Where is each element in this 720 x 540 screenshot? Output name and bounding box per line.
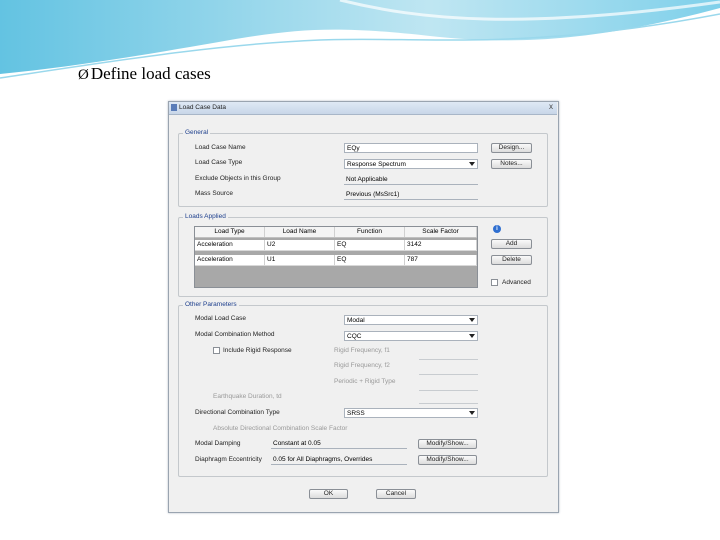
dialog-title: Load Case Data [179, 104, 226, 111]
load-case-type-value: Response Spectrum [347, 161, 406, 168]
column-header: Load Name [265, 227, 335, 237]
earthquake-duration-label: Earthquake Duration, td [213, 393, 282, 400]
mass-source-value: Previous (MsSrc1) [344, 190, 478, 200]
delete-button[interactable]: Delete [491, 255, 532, 265]
earthquake-duration-field [419, 403, 478, 404]
table-cell: 3142 [405, 240, 477, 250]
chevron-down-icon [469, 162, 475, 166]
column-header: Load Type [195, 227, 265, 237]
table-row[interactable]: Acceleration U2 EQ 3142 [195, 240, 477, 251]
notes-button[interactable]: Notes... [491, 159, 532, 169]
design-button[interactable]: Design... [491, 143, 532, 153]
table-cell: EQ [335, 255, 405, 265]
rigid-frequency-f2-field [419, 374, 478, 375]
exclude-objects-label: Exclude Objects in this Group [195, 175, 281, 182]
directional-combination-label: Directional Combination Type [195, 409, 280, 416]
modal-damping-label: Modal Damping [195, 440, 241, 447]
absolute-directional-label: Absolute Directional Combination Scale F… [213, 425, 348, 432]
include-rigid-checkbox[interactable] [213, 347, 220, 354]
advanced-label: Advanced [502, 279, 531, 286]
directional-combination-select[interactable]: SRSS [344, 408, 478, 418]
modal-load-case-value: Modal [347, 317, 365, 324]
dialog-titlebar: Load Case Data x [169, 102, 557, 115]
periodic-rigid-label: Periodic + Rigid Type [334, 378, 396, 385]
modal-combination-select[interactable]: CQC [344, 331, 478, 341]
ok-button[interactable]: OK [309, 489, 348, 499]
table-row[interactable]: Acceleration U1 EQ 787 [195, 255, 477, 266]
diaphragm-eccentricity-label: Diaphragm Eccentricity [195, 456, 262, 463]
advanced-checkbox[interactable] [491, 279, 498, 286]
cancel-button[interactable]: Cancel [376, 489, 416, 499]
table-cell: EQ [335, 240, 405, 250]
load-case-type-select[interactable]: Response Spectrum [344, 159, 478, 169]
modal-combination-value: CQC [347, 333, 362, 340]
info-icon[interactable]: i [493, 225, 501, 233]
table-cell: Acceleration [195, 255, 265, 265]
rigid-frequency-f1-field [419, 359, 478, 360]
load-case-type-label: Load Case Type [195, 159, 243, 166]
add-button[interactable]: Add [491, 239, 532, 249]
group-label: Other Parameters [183, 301, 239, 308]
load-case-name-label: Load Case Name [195, 144, 246, 151]
diaphragm-eccentricity-modify-button[interactable]: Modify/Show... [418, 455, 477, 465]
chevron-down-icon [469, 334, 475, 338]
chevron-down-icon [469, 318, 475, 322]
group-label: Loads Applied [183, 213, 228, 220]
rigid-frequency-f1-label: Rigid Frequency, f1 [334, 347, 390, 354]
loads-applied-table: Load Type Load Name Function Scale Facto… [194, 226, 478, 288]
table-cell: U2 [265, 240, 335, 250]
exclude-objects-value: Not Applicable [344, 175, 478, 185]
table-cell: U1 [265, 255, 335, 265]
modal-damping-modify-button[interactable]: Modify/Show... [418, 439, 477, 449]
app-icon [171, 104, 177, 111]
modal-load-case-label: Modal Load Case [195, 315, 246, 322]
load-case-name-input[interactable]: EQy [344, 143, 478, 153]
table-cell: Acceleration [195, 240, 265, 250]
rigid-frequency-f2-label: Rigid Frequency, f2 [334, 362, 390, 369]
close-button[interactable]: x [549, 102, 553, 111]
column-header: Function [335, 227, 405, 237]
diaphragm-eccentricity-value: 0.05 for All Diaphragms, Overrides [271, 455, 407, 465]
column-header: Scale Factor [405, 227, 477, 237]
table-cell: 787 [405, 255, 477, 265]
modal-combination-label: Modal Combination Method [195, 331, 275, 338]
slide-title: Ø Define load cases [78, 64, 211, 84]
modal-load-case-select[interactable]: Modal [344, 315, 478, 325]
directional-combination-value: SRSS [347, 410, 365, 417]
periodic-rigid-field [419, 390, 478, 391]
mass-source-label: Mass Source [195, 190, 233, 197]
slide-title-text: Define load cases [90, 64, 211, 83]
bullet-arrow-icon: Ø [78, 67, 89, 83]
group-label: General [183, 129, 211, 136]
include-rigid-label: Include Rigid Response [223, 347, 292, 354]
chevron-down-icon [469, 411, 475, 415]
modal-damping-value: Constant at 0.05 [271, 439, 407, 449]
table-header: Load Type Load Name Function Scale Facto… [195, 227, 477, 238]
